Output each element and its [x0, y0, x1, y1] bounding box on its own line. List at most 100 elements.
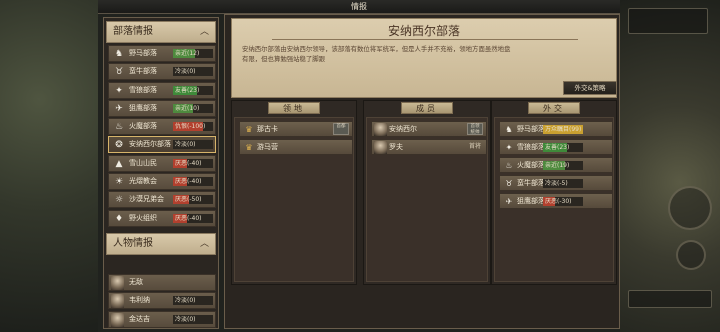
eagle-icon: ✈ — [115, 103, 123, 114]
relation-text: 厌恶(-40) — [175, 178, 202, 186]
tribes-section-header[interactable]: 部落情报 ︿ — [106, 21, 216, 43]
mountain-icon: ▲ — [115, 158, 123, 169]
wolf-icon: ✦ — [505, 143, 513, 152]
tribe-item[interactable]: ♨ 火魔部落 仇恨(-100) — [108, 118, 216, 136]
relation-bar: 厌恶(-40) — [173, 177, 213, 187]
tribe-name: 沙漠兄弟会 — [129, 195, 164, 204]
avatar — [374, 123, 387, 136]
relation-bar: 亲近(10) — [173, 103, 213, 113]
intel-sidebar: 部落情报 ︿ ♞ 野马部落 亲近(12) ♉ 蛮牛部落 冷淡(0) ✦ 雪狼部落 友善(23) ✈… — [103, 17, 219, 329]
tribe-item[interactable]: ☀ 光熠教会 厌恶(-40) — [108, 173, 216, 191]
members-list: 安纳西尔 首领 统帅罗夫 首将 — [366, 117, 488, 282]
characters-section-header[interactable]: 人物情报 ︿ — [106, 233, 216, 255]
tribe-item[interactable]: ☼ 沙漠兄弟会 厌恶(-50) — [108, 191, 216, 209]
action-button-large[interactable] — [668, 186, 712, 230]
territory-column: 领地 ♛ 那古卡 首都 ♛ 游马营 — [231, 100, 357, 285]
diplomacy-item[interactable]: ♨ 火魔部落 亲近(19) — [499, 157, 613, 173]
tribe-name: 安纳西尔部落 — [129, 140, 171, 149]
tribe-name: 蛮牛部落 — [517, 179, 545, 187]
tribe-item[interactable]: ♞ 野马部落 亲近(12) — [108, 45, 216, 62]
diplomacy-item[interactable]: ✦ 雪狼部落 友善(23) — [499, 139, 613, 155]
sun-icon: ☀ — [114, 177, 124, 188]
relation-text: 亲近(12) — [175, 50, 200, 57]
settlement-icon: ♛ — [245, 125, 253, 134]
tribe-name: 野火组织 — [129, 213, 157, 222]
tribe-name: 光熠教会 — [129, 177, 157, 186]
relation-bar: 厌恶(-40) — [173, 158, 213, 168]
member-item[interactable]: 罗夫 首将 — [371, 139, 487, 155]
territory-name: 那古卡 — [257, 125, 278, 133]
relation-text: 厌恶(-40) — [175, 214, 202, 222]
tribe-item[interactable]: ✈ 狙鹰部落 亲近(10) — [108, 99, 216, 117]
flame-crest-icon: ❂ — [115, 140, 123, 151]
member-name: 安纳西尔 — [389, 125, 417, 133]
character-item[interactable]: 无敌 — [108, 274, 216, 291]
fire-demon-icon: ♨ — [505, 161, 513, 170]
member-name: 罗夫 — [389, 143, 403, 151]
character-item[interactable]: 韦利纳 冷淡(0) — [108, 292, 216, 310]
minimap-frame[interactable] — [628, 8, 708, 34]
relation-bar: 冷淡(0) — [173, 314, 213, 324]
tribe-item[interactable]: ♉ 蛮牛部落 冷淡(0) — [108, 63, 216, 81]
diplomacy-header: 外交 — [492, 101, 616, 115]
diplomacy-list: ♞ 野马部落 万众瞩目(99) ✦ 雪狼部落 友善(23) ♨ 火魔部落 亲近(19) ♉ 蛮牛部落… — [494, 117, 614, 282]
diplomacy-item[interactable]: ✈ 狙鹰部落 厌恶(-30) — [499, 193, 613, 209]
diplomacy-column: 外交 ♞ 野马部落 万众瞩目(99) ✦ 雪狼部落 友善(23) ♨ 火魔部落 亲近(19) ♉ 蛮… — [491, 100, 617, 285]
tribe-detail-panel: 安纳西尔部落 安纳西尔部落由安纳西尔领导，该部落有数位将军统军，但是人手并不充裕… — [224, 14, 620, 329]
character-name: 金达吉 — [129, 314, 150, 323]
action-button-small[interactable] — [676, 240, 706, 270]
character-name: 韦利纳 — [129, 296, 150, 305]
role-label: 首将 — [468, 143, 481, 150]
relation-bar: 厌恶(-30) — [543, 197, 583, 206]
tribe-name: 野马部落 — [517, 125, 545, 133]
horse-icon: ♞ — [114, 49, 124, 59]
diplomacy-strategy-button[interactable]: 外交&策略 — [563, 81, 617, 95]
chevron-up-icon: ︿ — [199, 27, 209, 37]
tribe-name: 火魔部落 — [129, 122, 157, 131]
relation-text: 厌恶(-50) — [175, 196, 202, 204]
fire-demon-icon: ♨ — [114, 122, 124, 133]
tribe-name: 野马部落 — [129, 49, 157, 57]
avatar — [374, 141, 387, 154]
character-name: 无敌 — [129, 278, 143, 286]
window-title: 情报 — [351, 2, 367, 11]
relation-text: 友善(23) — [545, 144, 570, 151]
game-world-background-right — [620, 0, 720, 332]
tribe-item[interactable]: ♦ 野火组织 厌恶(-40) — [108, 209, 216, 227]
title-divider — [272, 39, 578, 40]
members-header: 成员 — [364, 101, 490, 115]
wildfire-icon: ♦ — [114, 213, 124, 224]
territory-item[interactable]: ♛ 游马营 — [239, 139, 353, 155]
tribe-name: 雪狼部落 — [129, 85, 157, 94]
tribes-section-title: 部落情报 — [113, 26, 153, 37]
territory-item[interactable]: ♛ 那古卡 首都 — [239, 121, 353, 137]
tribe-name: 雪狼部落 — [517, 143, 545, 151]
eagle-icon: ✈ — [505, 197, 513, 206]
tribe-banner: 安纳西尔部落 安纳西尔部落由安纳西尔领导，该部落有数位将军统军，但是人手并不充裕… — [231, 18, 617, 98]
relation-text: 厌恶(-30) — [545, 198, 572, 205]
game-world-background-left — [0, 0, 98, 332]
relation-bar: 仇恨(-100) — [173, 122, 213, 132]
territory-list: ♛ 那古卡 首都 ♛ 游马营 — [234, 117, 354, 282]
diplomacy-item[interactable]: ♉ 蛮牛部落 冷淡(-5) — [499, 175, 613, 191]
horse-icon: ♞ — [505, 125, 513, 134]
wolf-icon: ✦ — [115, 85, 123, 96]
avatar — [111, 294, 124, 309]
tribe-item[interactable]: ▲ 雪山山民 厌恶(-40) — [108, 154, 216, 172]
tribe-name: 雪山山民 — [129, 158, 157, 167]
bull-icon: ♉ — [114, 67, 124, 78]
member-item[interactable]: 安纳西尔 首领 统帅 — [371, 121, 487, 137]
tribe-name: 狙鹰部落 — [129, 103, 157, 112]
tribe-item[interactable]: ✦ 雪狼部落 友善(23) — [108, 81, 216, 99]
tribe-description: 安纳西尔部落由安纳西尔领导，该部落有数位将军统军，但是人手并不充裕，领地方面虽然… — [242, 45, 511, 63]
role-badge: 首领 统帅 — [467, 123, 483, 135]
relation-bar: 冷淡(0) — [173, 67, 213, 77]
capital-badge: 首都 — [333, 123, 349, 135]
diplomacy-item[interactable]: ♞ 野马部落 万众瞩目(99) — [499, 121, 613, 137]
character-list: 无敌韦利纳 冷淡(0) 金达吉 冷淡(0) — [108, 274, 216, 329]
relation-text: 冷淡(-5) — [545, 180, 568, 187]
hotbar-frame[interactable] — [628, 290, 712, 308]
character-item[interactable]: 金达吉 冷淡(0) — [108, 310, 216, 328]
tribe-item[interactable]: ❂ 安纳西尔部落 冷淡(0) — [108, 136, 216, 154]
relation-bar: 冷淡(0) — [173, 140, 213, 150]
